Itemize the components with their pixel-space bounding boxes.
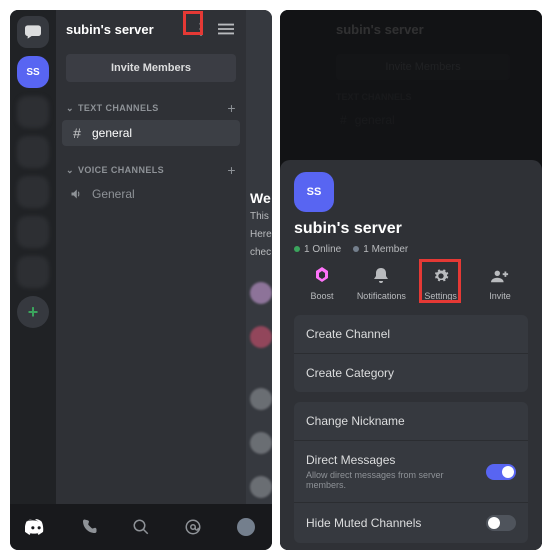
menu-change-nickname[interactable]: Change Nickname: [294, 402, 528, 440]
chevron-down-icon: ⌄: [66, 165, 74, 176]
guild-item[interactable]: [17, 216, 49, 248]
channel-name: general: [92, 126, 132, 140]
hash-icon: #: [70, 125, 84, 141]
avatar: [250, 326, 272, 348]
at-icon: [184, 518, 202, 536]
bell-icon: [370, 265, 392, 287]
screenshot-right: subin's server Invite Members TEXT CHANN…: [280, 10, 542, 550]
nav-discord[interactable]: [24, 515, 48, 539]
category-label: TEXT CHANNELS: [78, 103, 159, 113]
nav-friends[interactable]: [77, 515, 101, 539]
menu-card-channels: Create Channel Create Category: [294, 315, 528, 392]
toggle-direct-messages[interactable]: [486, 464, 516, 480]
channel-list: subin's server Invite Members ⌄ TEXT CHA…: [56, 10, 246, 504]
server-icon[interactable]: SS: [294, 172, 334, 212]
row-sublabel: Allow direct messages from server member…: [306, 470, 486, 490]
nav-user[interactable]: [234, 515, 258, 539]
discord-logo-icon: [25, 519, 47, 535]
search-icon: [132, 518, 150, 536]
gear-icon: [430, 265, 452, 287]
menu-create-category[interactable]: Create Category: [294, 353, 528, 392]
guild-item[interactable]: [17, 136, 49, 168]
sheet-server-name: subin's server: [294, 220, 528, 238]
phone-icon: [80, 518, 98, 536]
category-voice-channels[interactable]: ⌄ VOICE CHANNELS +: [56, 156, 246, 182]
menu-hide-muted[interactable]: Hide Muted Channels: [294, 502, 528, 543]
row-label: Direct Messages: [306, 453, 486, 467]
chat-peek: We This Here chec: [246, 10, 272, 504]
action-label: Notifications: [357, 291, 406, 301]
avatar: [250, 282, 272, 304]
avatar: [250, 476, 272, 498]
add-channel-button[interactable]: +: [227, 100, 236, 116]
welcome-text: Here: [250, 228, 268, 242]
action-invite[interactable]: Invite: [472, 265, 528, 301]
guild-rail: SS +: [10, 10, 56, 504]
chevron-down-icon: ⌄: [66, 103, 74, 114]
row-label: Hide Muted Channels: [306, 516, 421, 530]
category-label: VOICE CHANNELS: [78, 165, 164, 175]
server-name-bg: subin's server: [336, 22, 510, 37]
menu-create-channel[interactable]: Create Channel: [294, 315, 528, 353]
toggle-hide-muted[interactable]: [486, 515, 516, 531]
quick-actions: Boost Notifications Settings Invite: [294, 265, 528, 301]
guild-item[interactable]: [17, 96, 49, 128]
guild-item[interactable]: [17, 256, 49, 288]
menu-card-settings: Change Nickname Direct Messages Allow di…: [294, 402, 528, 543]
channel-name: General: [92, 187, 135, 201]
voice-channel-general[interactable]: General: [62, 182, 240, 206]
avatar: [250, 432, 272, 454]
invite-bg: Invite Members: [336, 54, 510, 80]
add-server-button[interactable]: +: [17, 296, 49, 328]
server-name: subin's server: [66, 22, 190, 37]
speaker-icon: [70, 188, 84, 200]
menu-icon: [218, 23, 234, 35]
chan-bg: #general: [332, 108, 514, 132]
action-notifications[interactable]: Notifications: [353, 265, 409, 301]
bottom-nav: [10, 504, 272, 550]
guild-item[interactable]: [17, 176, 49, 208]
action-label: Settings: [424, 291, 457, 301]
nav-mentions[interactable]: [181, 515, 205, 539]
server-menu-button[interactable]: [190, 18, 212, 40]
category-text-channels[interactable]: ⌄ TEXT CHANNELS +: [56, 94, 246, 120]
member-list-button[interactable]: [216, 23, 236, 35]
avatar: [250, 388, 272, 410]
action-settings[interactable]: Settings: [413, 265, 469, 301]
text-channel-general[interactable]: # general: [62, 120, 240, 146]
cat-bg: TEXT CHANNELS: [326, 86, 520, 108]
chat-bubble-icon: [25, 25, 41, 39]
invite-members-button[interactable]: Invite Members: [66, 54, 236, 82]
welcome-text: This: [250, 210, 268, 224]
boost-icon: [311, 265, 333, 287]
server-header[interactable]: subin's server: [56, 10, 246, 48]
action-label: Invite: [489, 291, 511, 301]
avatar-icon: [237, 518, 255, 536]
member-dot-icon: [353, 246, 359, 252]
add-channel-button[interactable]: +: [227, 162, 236, 178]
menu-direct-messages[interactable]: Direct Messages Allow direct messages fr…: [294, 440, 528, 502]
presence-row: 1 Online 1 Member: [294, 244, 528, 255]
online-dot-icon: [294, 246, 300, 252]
server-action-sheet: SS subin's server 1 Online 1 Member Boos…: [280, 160, 542, 550]
welcome-text: chec: [250, 246, 268, 260]
more-vertical-icon: [199, 22, 203, 36]
action-boost[interactable]: Boost: [294, 265, 350, 301]
member-count: 1 Member: [363, 244, 408, 255]
guild-selected[interactable]: SS: [17, 56, 49, 88]
action-label: Boost: [310, 291, 333, 301]
direct-messages-button[interactable]: [17, 16, 49, 48]
welcome-heading: We: [250, 190, 268, 206]
invite-icon: [489, 265, 511, 287]
nav-search[interactable]: [129, 515, 153, 539]
online-count: 1 Online: [304, 244, 341, 255]
screenshot-left: SS + subin's server Invite Members: [10, 10, 272, 550]
